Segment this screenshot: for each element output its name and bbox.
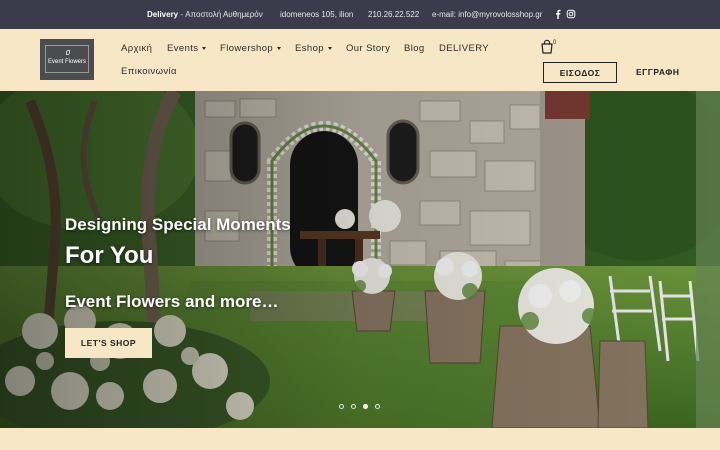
logo-text: Event Flowers bbox=[47, 59, 86, 65]
delivery-label: Delivery bbox=[147, 10, 179, 19]
nav-item-flowershop[interactable]: Flowershop bbox=[220, 43, 282, 54]
nav-label: Eshop bbox=[295, 43, 324, 54]
site-header: Event Flowers Αρχική Events Flowershop E… bbox=[0, 29, 720, 91]
nav-item-home[interactable]: Αρχική bbox=[121, 43, 152, 54]
nav-item-events[interactable]: Events bbox=[167, 43, 207, 54]
site-logo[interactable]: Event Flowers bbox=[40, 39, 94, 80]
logo-frame: Event Flowers bbox=[45, 45, 89, 73]
delivery-notice: Delivery - Αποστολή Αυθημερόν bbox=[147, 10, 263, 19]
facebook-icon[interactable] bbox=[553, 9, 563, 19]
chevron-down-icon bbox=[277, 46, 282, 50]
store-address: idomeneos 105, ilion bbox=[280, 10, 354, 19]
nav-label: Flowershop bbox=[220, 43, 274, 54]
nav-item-our-story[interactable]: Our Story bbox=[346, 43, 390, 54]
nav-label: Επικοινωνία bbox=[121, 66, 177, 77]
nav-item-delivery[interactable]: DELIVERY bbox=[439, 43, 489, 54]
nav-item-contact[interactable]: Επικοινωνία bbox=[121, 66, 177, 77]
phone-number[interactable]: 210.26.22.522 bbox=[368, 10, 419, 19]
nav-label: Αρχική bbox=[121, 43, 153, 54]
nav-label: Our Story bbox=[346, 43, 391, 54]
nav-label: Blog bbox=[404, 43, 425, 54]
slider-dot-2[interactable] bbox=[351, 404, 356, 409]
login-button[interactable]: ΕΙΣΟΔΟΣ bbox=[543, 62, 617, 83]
lets-shop-button[interactable]: LET'S SHOP bbox=[65, 328, 152, 358]
email-address[interactable]: e-mail: info@myrovolosshop.gr bbox=[432, 10, 542, 19]
flower-icon bbox=[66, 50, 70, 55]
slider-dot-3[interactable] bbox=[363, 404, 368, 409]
nav-label: Events bbox=[167, 43, 199, 54]
hero-slider: Designing Special Moments For You Event … bbox=[0, 91, 720, 428]
register-link[interactable]: ΕΓΓΡΑΦΗ bbox=[636, 67, 679, 77]
delivery-text: - Αποστολή Αυθημερόν bbox=[178, 10, 263, 19]
hero-title: For You bbox=[65, 242, 154, 269]
next-section-strip bbox=[0, 428, 720, 450]
nav-item-blog[interactable]: Blog bbox=[404, 43, 425, 54]
top-info-bar: Delivery - Αποστολή Αυθημερόν idomeneos … bbox=[0, 0, 720, 29]
chevron-down-icon bbox=[202, 46, 207, 50]
slider-dot-4[interactable] bbox=[375, 404, 380, 409]
hero-tagline: Event Flowers and more… bbox=[65, 292, 279, 311]
nav-item-eshop[interactable]: Eshop bbox=[295, 43, 332, 54]
nav-label: DELIVERY bbox=[439, 43, 490, 54]
slider-dot-1[interactable] bbox=[339, 404, 344, 409]
hero-subtitle: Designing Special Moments bbox=[65, 215, 291, 234]
chevron-down-icon bbox=[327, 46, 332, 50]
cart-count-badge: 0 bbox=[553, 40, 557, 46]
instagram-icon[interactable] bbox=[566, 9, 576, 19]
